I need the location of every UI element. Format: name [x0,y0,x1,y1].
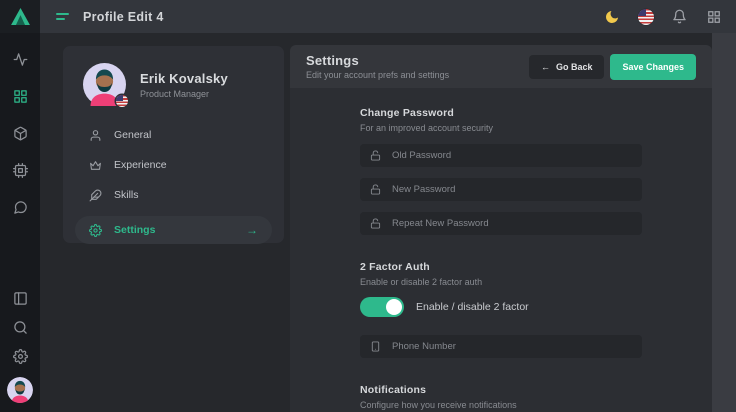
cpu-icon[interactable] [12,162,28,178]
settings-panel-body: Change Password For an improved account … [290,88,712,412]
avatar [83,63,126,106]
layout-icon[interactable] [12,290,28,306]
section-title: 2 Factor Auth [360,261,642,273]
triangle-logo-icon [11,8,30,25]
topbar: Profile Edit 4 [40,0,736,33]
section-title: Notifications [360,384,642,396]
new-password-field[interactable] [360,178,642,201]
nav-item-general[interactable]: General [75,120,272,150]
settings-panel-header: Settings Edit your account prefs and set… [290,45,712,88]
user-role: Product Manager [140,89,228,99]
sidebar-bottom-icons [7,290,33,403]
moon-icon[interactable] [603,8,620,25]
lock-icon [370,184,381,195]
two-factor-toggle-row: Enable / disable 2 factor [360,297,642,317]
search-icon[interactable] [12,319,28,335]
settings-panel: Settings Edit your account prefs and set… [290,45,712,412]
us-flag [638,9,654,25]
dashboard-grid-icon[interactable] [12,88,28,104]
sidebar-top-icons [12,51,28,215]
nav-label: Settings [114,224,155,236]
phone-number-input[interactable] [390,340,632,353]
profile-card: Erik Kovalsky Product Manager General Ex… [63,46,284,243]
activity-icon[interactable] [12,51,28,67]
panel-subtitle: Edit your account prefs and settings [306,70,449,80]
nav-item-settings[interactable]: Settings → [75,216,272,244]
old-password-field[interactable] [360,144,642,167]
phone-number-field[interactable] [360,335,642,358]
chat-icon[interactable] [12,199,28,215]
content-area: Erik Kovalsky Product Manager General Ex… [40,33,712,412]
app-logo[interactable] [0,0,40,33]
bell-icon[interactable] [671,8,688,25]
page-title: Profile Edit 4 [83,10,164,24]
nav-label: General [114,129,151,141]
lock-icon [370,218,381,229]
repeat-password-field[interactable] [360,212,642,235]
save-changes-button[interactable]: Save Changes [610,54,696,80]
us-flag-badge-icon [116,95,128,107]
nav-item-experience[interactable]: Experience [75,150,272,180]
nav-label: Experience [114,159,167,171]
two-factor-section: 2 Factor Auth Enable or disable 2 factor… [360,261,642,358]
smartphone-icon [370,341,381,352]
sidebar-user-avatar[interactable] [7,377,33,403]
section-subtitle: For an improved account security [360,123,642,133]
arrow-left-icon: ← [541,62,550,72]
us-flag-icon[interactable] [637,8,654,25]
feather-icon [89,189,102,202]
user-name: Erik Kovalsky [140,71,228,86]
user-icon [89,129,102,142]
new-password-input[interactable] [390,183,632,196]
toggle-knob [386,299,402,315]
topbar-actions [603,8,736,25]
crown-icon [89,159,102,172]
menu-toggle-icon[interactable] [54,9,71,24]
go-back-button[interactable]: ← Go Back [529,55,605,79]
lock-icon [370,150,381,161]
app-root: Profile Edit 4 Erik Kovalsk [0,0,736,412]
profile-nav: General Experience Skills Settings → [63,120,284,244]
apps-grid-icon[interactable] [705,8,722,25]
change-password-section: Change Password For an improved account … [360,107,642,235]
notifications-section: Notifications Configure how you receive … [360,384,642,410]
two-factor-toggle[interactable] [360,297,404,317]
arrow-right-icon: → [246,224,258,236]
old-password-input[interactable] [390,149,632,162]
section-subtitle: Configure how you receive notifications [360,400,642,410]
repeat-password-input[interactable] [390,217,632,230]
nav-label: Skills [114,189,139,201]
sidebar [0,0,40,412]
package-icon[interactable] [12,125,28,141]
gear-icon [89,224,102,237]
section-subtitle: Enable or disable 2 factor auth [360,277,642,287]
toggle-label: Enable / disable 2 factor [416,301,529,313]
gear-icon[interactable] [12,348,28,364]
profile-header: Erik Kovalsky Product Manager [63,46,284,106]
nav-item-skills[interactable]: Skills [75,180,272,210]
section-title: Change Password [360,107,642,119]
panel-title: Settings [306,53,449,68]
